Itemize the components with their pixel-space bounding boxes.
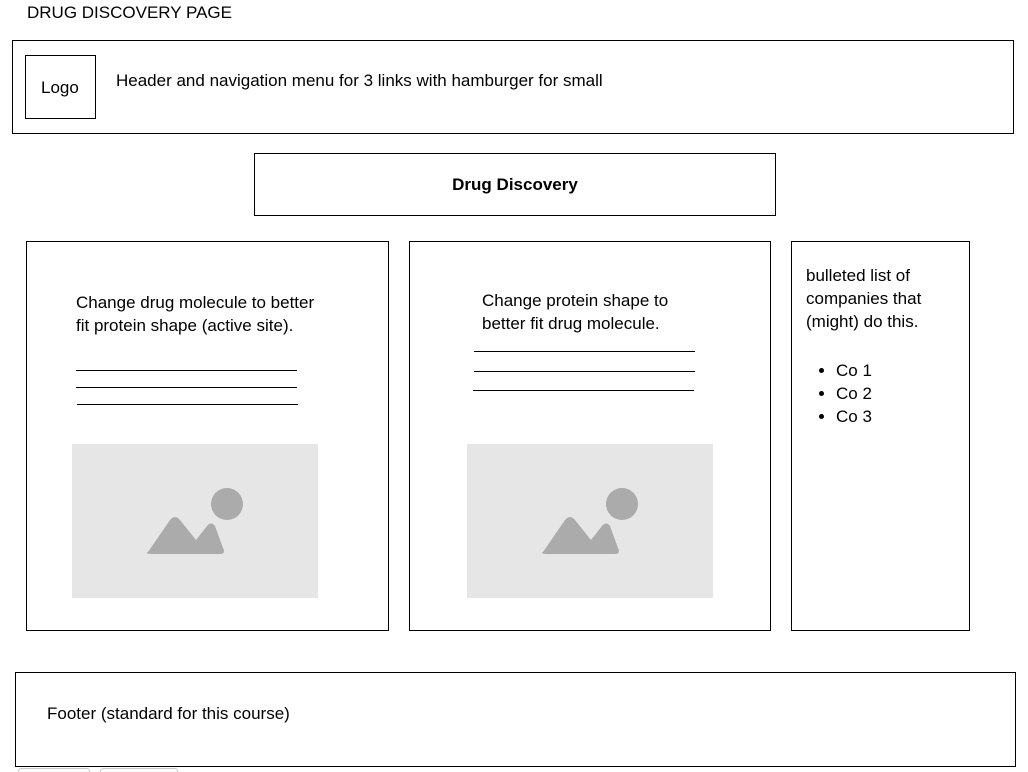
- company-list: Co 1 Co 2 Co 3: [806, 359, 872, 428]
- header: Logo Header and navigation menu for 3 li…: [12, 40, 1014, 134]
- column-1-text: Change drug molecule to better fit prote…: [76, 293, 315, 335]
- image-placeholder-icon: [146, 488, 243, 554]
- image-placeholder: [467, 444, 713, 598]
- sidebar: bulleted list of companies that (might) …: [791, 241, 970, 631]
- image-placeholder: [72, 444, 318, 598]
- page-title: DRUG DISCOVERY PAGE: [27, 3, 232, 22]
- text-placeholder-line: [474, 351, 695, 352]
- image-placeholder-icon: [541, 488, 638, 554]
- footer: Footer (standard for this course): [15, 672, 1016, 767]
- footer-text: Footer (standard for this course): [47, 704, 290, 723]
- banner: Drug Discovery: [254, 153, 776, 216]
- text-placeholder-line: [76, 387, 297, 388]
- content-column-2: Change protein shape to better fit drug …: [409, 241, 771, 631]
- logo-label: Logo: [41, 78, 79, 97]
- logo-box[interactable]: Logo: [25, 55, 96, 119]
- text-placeholder-line: [76, 370, 297, 371]
- sidebar-text: bulleted list of companies that (might) …: [806, 266, 922, 331]
- content-column-1: Change drug molecule to better fit prote…: [26, 241, 389, 631]
- list-item: Co 1: [836, 359, 872, 382]
- banner-title: Drug Discovery: [452, 175, 578, 194]
- list-item: Co 2: [836, 382, 872, 405]
- text-placeholder-line: [77, 404, 298, 405]
- list-item: Co 3: [836, 405, 872, 428]
- tab-stub: [100, 768, 178, 772]
- text-placeholder-line: [473, 390, 694, 391]
- tab-stub: [18, 768, 90, 772]
- text-placeholder-line: [474, 371, 695, 372]
- column-2-text: Change protein shape to better fit drug …: [482, 291, 669, 333]
- header-description: Header and navigation menu for 3 links w…: [116, 71, 603, 90]
